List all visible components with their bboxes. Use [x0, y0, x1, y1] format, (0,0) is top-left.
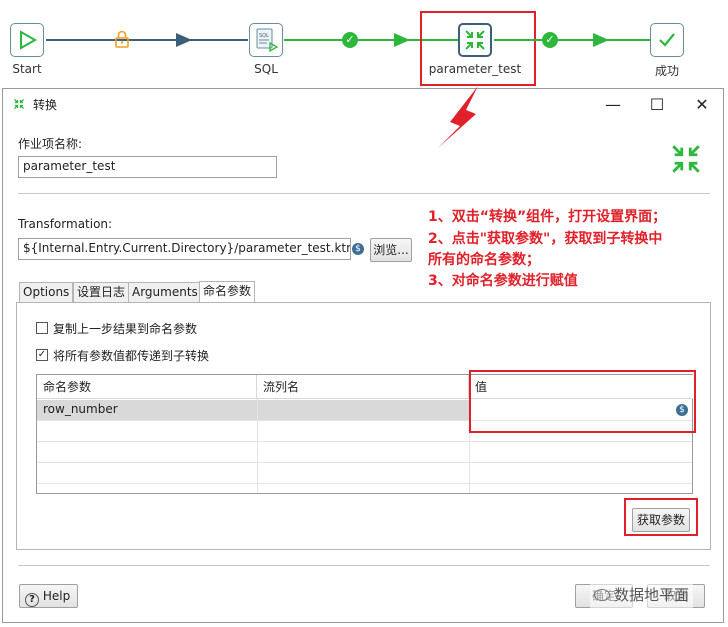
job-name-field[interactable]: parameter_test	[18, 156, 277, 178]
watermark-text: 数据地平面	[614, 586, 690, 604]
success-node[interactable]	[650, 23, 684, 57]
close-button[interactable]: ✕	[692, 95, 712, 115]
copy-results-checkbox[interactable]	[36, 322, 48, 334]
red-arrow-icon	[438, 86, 478, 148]
copy-results-label: 复制上一步结果到命名参数	[53, 322, 198, 336]
job-name-label: 作业项名称:	[18, 137, 83, 151]
highlight-box-node	[420, 11, 536, 86]
sql-node[interactable]: SQL	[249, 23, 283, 57]
column-header-stream[interactable]: 流列名	[257, 375, 469, 399]
tab-options[interactable]: Options	[19, 282, 74, 303]
transformation-path-field[interactable]: ${Internal.Entry.Current.Directory}/para…	[18, 238, 351, 260]
dialog-title: 转换	[33, 98, 58, 112]
play-icon	[20, 30, 38, 50]
annotation-text: 1、双击“转换”组件，打开设置界面； 2、点击"获取参数"，获取到子转换中 所有…	[428, 208, 666, 291]
tab-logging[interactable]: 设置日志	[73, 282, 130, 303]
hop-param-success[interactable]	[494, 39, 650, 41]
dialog-titlebar[interactable]: 转换 — ☐ ✕	[3, 89, 723, 119]
divider	[18, 565, 710, 566]
transformation-icon	[672, 145, 700, 173]
help-button[interactable]: ? Help	[19, 584, 78, 608]
highlight-box-value	[469, 370, 696, 433]
success-check-icon: ✓	[342, 32, 358, 48]
column-divider	[257, 399, 258, 493]
watermark: 数据地平面	[590, 582, 694, 608]
pass-params-label: 将所有参数值都传递到子转换	[53, 349, 210, 363]
tab-arguments[interactable]: Arguments	[128, 282, 202, 303]
divider	[18, 193, 710, 194]
wechat-icon	[594, 589, 610, 601]
param-cell[interactable]: row_number	[43, 402, 118, 416]
workflow-canvas: Start SQL SQL ✓ parameter_test ✓ 成功	[0, 0, 728, 88]
checkmark-icon	[659, 33, 675, 47]
maximize-button[interactable]: ☐	[647, 95, 667, 115]
row-divider	[37, 441, 692, 442]
start-node-label: Start	[12, 62, 42, 76]
transformation-icon	[14, 99, 24, 109]
minimize-button[interactable]: —	[603, 95, 623, 115]
hop-arrow-icon	[394, 33, 410, 47]
success-node-label: 成功	[654, 64, 679, 78]
svg-text:SQL: SQL	[259, 33, 269, 39]
variable-icon[interactable]: $	[352, 243, 364, 255]
sql-script-icon: SQL	[256, 28, 279, 53]
tab-named-parameters[interactable]: 命名参数	[199, 281, 256, 303]
hop-arrow-icon	[176, 33, 192, 47]
column-header-param[interactable]: 命名参数	[37, 375, 257, 399]
table-row[interactable]: row_number	[37, 400, 469, 420]
annotation-line-3: 所有的命名参数；	[428, 252, 540, 268]
success-check-icon: ✓	[542, 32, 558, 48]
start-node[interactable]	[10, 23, 44, 57]
annotation-line-4: 3、对命名参数进行赋值	[428, 273, 578, 289]
pass-params-checkbox[interactable]: ✓	[36, 349, 48, 361]
help-icon: ?	[25, 593, 39, 607]
sql-node-label: SQL	[254, 62, 278, 76]
annotation-line-1: 1、双击“转换”组件，打开设置界面；	[428, 209, 667, 225]
browse-button[interactable]: 浏览...	[370, 238, 412, 262]
hop-start-sql[interactable]	[46, 39, 248, 41]
lock-icon	[115, 30, 129, 48]
highlight-box-button	[624, 498, 698, 536]
annotation-line-2: 2、点击"获取参数"，获取到子转换中	[428, 231, 663, 247]
help-label: Help	[42, 589, 71, 603]
hop-arrow-icon	[593, 33, 609, 47]
row-divider	[37, 483, 692, 484]
transformation-label: Transformation:	[18, 217, 113, 231]
row-divider	[37, 462, 692, 463]
